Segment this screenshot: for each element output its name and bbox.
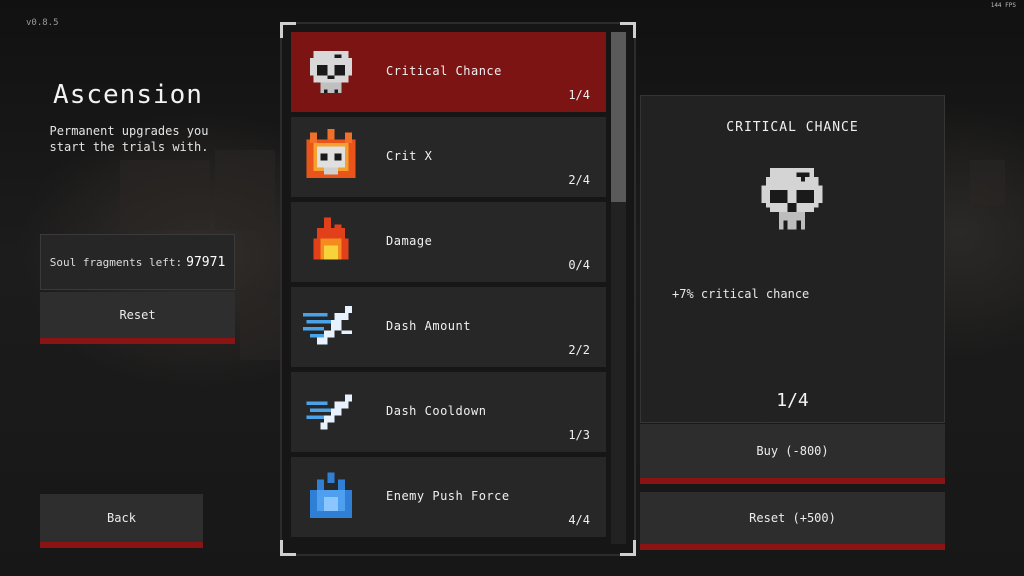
soul-fragments-value: 97971: [186, 254, 226, 270]
upgrade-name: Damage: [386, 234, 433, 248]
scrollbar-thumb[interactable]: [611, 32, 626, 202]
upgrade-level: 0/4: [568, 258, 590, 272]
upgrade-name: Dash Cooldown: [386, 404, 487, 418]
upgrade-name: Crit X: [386, 149, 433, 163]
upgrade-detail-panel: [640, 95, 945, 423]
background-character: [970, 160, 1005, 205]
back-button[interactable]: Back: [40, 494, 203, 548]
version-label: v0.8.5: [26, 18, 59, 28]
fps-counter: 144 FPS: [990, 2, 1016, 9]
upgrade-item-dash-cooldown[interactable]: Dash Cooldown 1/3: [291, 372, 606, 452]
upgrade-level: 2/2: [568, 343, 590, 357]
background-character: [120, 160, 210, 230]
detail-level: 1/4: [776, 390, 809, 411]
upgrade-level: 4/4: [568, 513, 590, 527]
upgrade-item-dash-amount[interactable]: Dash Amount 2/2: [291, 287, 606, 367]
reset-all-button[interactable]: Reset: [40, 292, 235, 344]
upgrade-level: 1/3: [568, 428, 590, 442]
background-character: [215, 150, 275, 230]
fire-icon: [313, 217, 349, 260]
upgrade-name: Dash Amount: [386, 319, 471, 333]
upgrade-item-critical-chance[interactable]: Critical Chance 1/4: [291, 32, 606, 112]
upgrade-name: Critical Chance: [386, 64, 502, 78]
upgrade-level: 2/4: [568, 173, 590, 187]
upgrade-list: Critical Chance 1/4 Crit X 2/4 Damage 0/…: [291, 32, 606, 540]
background-character: [240, 300, 280, 360]
detail-description: +7% critical chance: [672, 287, 810, 301]
dash-runner-icon: [303, 306, 352, 345]
soul-fragments-display: Soul fragments left: 97971: [40, 234, 235, 290]
page-title: Ascension: [53, 80, 203, 110]
skull-icon: [761, 168, 823, 230]
upgrade-item-crit-x[interactable]: Crit X 2/4: [291, 117, 606, 197]
page-description: Permanent upgrades you start the trials …: [49, 124, 209, 154]
dash-runner-small-icon: [306, 394, 352, 430]
reset-upgrade-button[interactable]: Reset (+500): [640, 492, 945, 550]
blue-burst-icon: [310, 472, 352, 518]
upgrade-level: 1/4: [568, 88, 590, 102]
flaming-skull-icon: [306, 129, 356, 178]
upgrade-name: Enemy Push Force: [386, 489, 510, 503]
frame-corner: [280, 540, 296, 556]
soul-fragments-label: Soul fragments left:: [49, 255, 183, 269]
buy-button[interactable]: Buy (-800): [640, 424, 945, 484]
upgrade-item-damage[interactable]: Damage 0/4: [291, 202, 606, 282]
skull-icon: [310, 51, 352, 93]
detail-title: CRITICAL CHANCE: [726, 120, 859, 135]
upgrade-item-enemy-push-force[interactable]: Enemy Push Force 4/4: [291, 457, 606, 537]
